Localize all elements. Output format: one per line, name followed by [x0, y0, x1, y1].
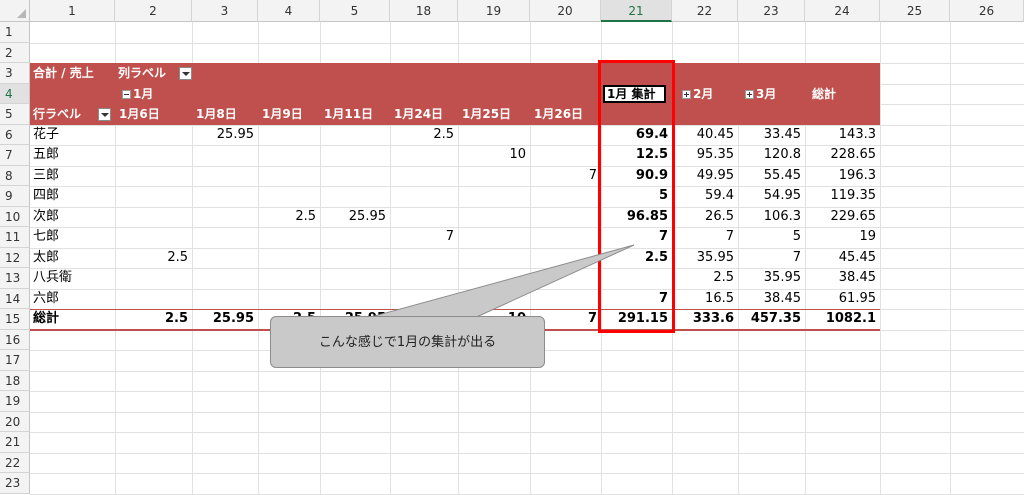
- callout-pointer: [359, 244, 635, 321]
- callout-box: こんな感じで1月の集計が出る: [270, 316, 545, 368]
- callout-tail: [359, 244, 635, 321]
- callout-tail-join: [362, 317, 468, 321]
